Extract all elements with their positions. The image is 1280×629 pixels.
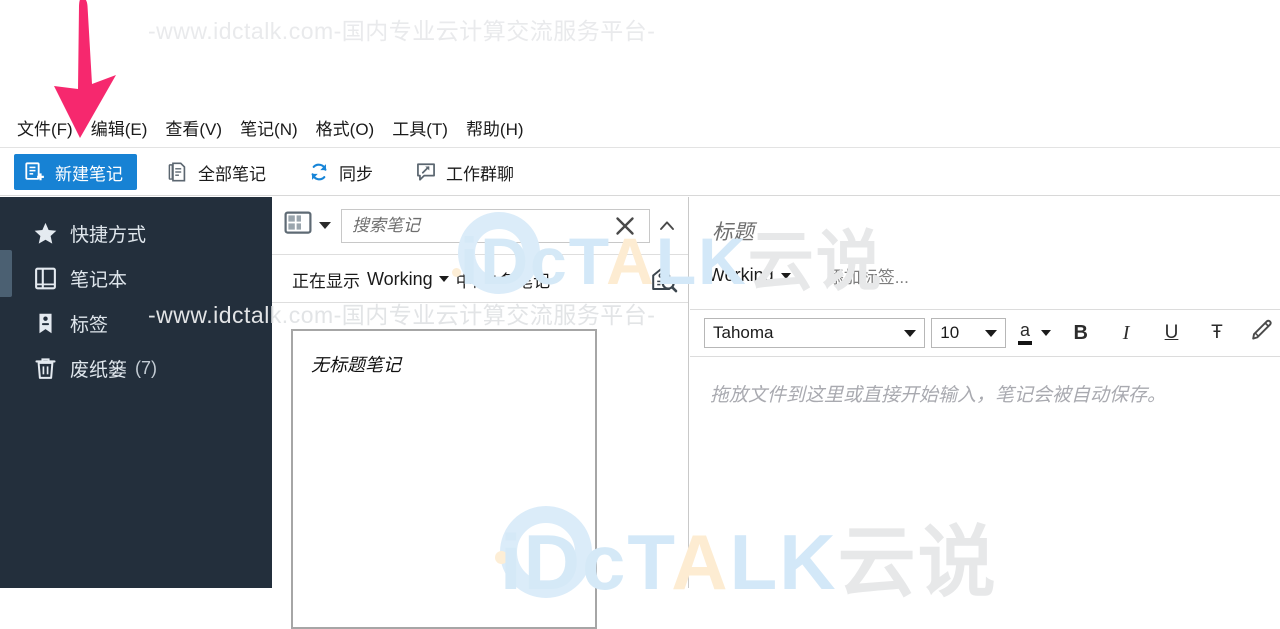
text-color-glyph: a bbox=[1018, 321, 1033, 345]
sidebar-item-tags[interactable]: 标签 bbox=[0, 301, 272, 346]
new-note-icon bbox=[24, 161, 46, 183]
collapse-search-button[interactable] bbox=[654, 209, 680, 243]
tag-icon bbox=[32, 311, 58, 337]
sync-button[interactable]: 同步 bbox=[296, 155, 385, 189]
menu-help[interactable]: 帮助(H) bbox=[457, 112, 533, 143]
trash-icon bbox=[32, 356, 58, 382]
font-size-caret-icon bbox=[985, 329, 997, 337]
work-chat-button[interactable]: 工作群聊 bbox=[403, 155, 526, 189]
filter-notebook-caret-icon bbox=[438, 276, 449, 282]
all-notes-label: 全部笔记 bbox=[198, 164, 266, 184]
format-toolbar: Tahoma 10 a B I U Ŧ bbox=[690, 309, 1280, 357]
sidebar-label-trash: 废纸篓 bbox=[70, 360, 128, 381]
menu-format[interactable]: 格式(O) bbox=[307, 112, 384, 143]
sidebar: 快捷方式 笔记本 标签 废纸篓 (7) bbox=[0, 197, 272, 588]
font-family-caret-icon bbox=[904, 329, 917, 337]
editor-body-placeholder[interactable]: 拖放文件到这里或直接开始输入，笔记会被自动保存。 bbox=[710, 380, 1166, 407]
sidebar-item-notebooks[interactable]: 笔记本 bbox=[0, 256, 272, 301]
menu-tools[interactable]: 工具(T) bbox=[383, 112, 457, 143]
sync-label: 同步 bbox=[339, 164, 373, 184]
new-note-button[interactable]: 新建笔记 bbox=[14, 154, 137, 190]
strikethrough-button[interactable]: Ŧ bbox=[1199, 316, 1234, 350]
note-list-panel: 正在显示 Working 中的1条笔记 无标题笔记 bbox=[272, 197, 689, 629]
new-note-label: 新建笔记 bbox=[55, 164, 123, 184]
editor-notebook-caret-icon bbox=[780, 272, 791, 279]
font-size-select[interactable]: 10 bbox=[931, 318, 1006, 348]
sidebar-item-trash[interactable]: 废纸篓 (7) bbox=[0, 346, 272, 391]
all-notes-button[interactable]: 全部笔记 bbox=[155, 155, 278, 189]
view-mode-caret-icon bbox=[319, 222, 331, 229]
menu-edit[interactable]: 编辑(E) bbox=[82, 112, 157, 143]
search-row bbox=[272, 197, 688, 255]
sidebar-label-shortcuts: 快捷方式 bbox=[70, 225, 147, 246]
bold-button[interactable]: B bbox=[1063, 316, 1098, 350]
font-family-select[interactable]: Tahoma bbox=[704, 318, 926, 348]
note-preview-search-icon[interactable] bbox=[648, 264, 678, 294]
notebook-icon bbox=[32, 266, 58, 292]
sidebar-label-notebooks: 笔记本 bbox=[70, 270, 128, 291]
search-box[interactable] bbox=[341, 208, 650, 243]
sidebar-item-shortcuts[interactable]: 快捷方式 bbox=[0, 211, 272, 256]
font-family-value: Tahoma bbox=[713, 323, 774, 342]
menu-view[interactable]: 查看(V) bbox=[156, 112, 231, 143]
all-notes-icon bbox=[167, 161, 189, 183]
search-input[interactable] bbox=[342, 215, 649, 236]
note-title: 无标题笔记 bbox=[311, 355, 401, 375]
italic-button[interactable]: I bbox=[1108, 316, 1143, 350]
sync-icon bbox=[308, 161, 330, 183]
highlighter-pen-icon bbox=[1250, 318, 1274, 348]
text-color-caret-icon bbox=[1041, 329, 1052, 336]
work-chat-icon bbox=[415, 161, 437, 183]
filter-prefix-label: 正在显示 bbox=[292, 271, 360, 291]
filter-suffix-label: 中的1条笔记 bbox=[455, 271, 551, 291]
editor-notebook-dropdown[interactable]: Working bbox=[708, 265, 791, 286]
clear-search-button[interactable] bbox=[610, 211, 640, 241]
work-chat-label: 工作群聊 bbox=[446, 164, 514, 184]
editor-meta-row: Working 添加标签... bbox=[708, 263, 909, 288]
highlighter-pen-button[interactable] bbox=[1245, 316, 1280, 350]
add-tag-button[interactable]: 添加标签... bbox=[827, 263, 909, 288]
menu-bar: 文件(F) 编辑(E) 查看(V) 笔记(N) 格式(O) 工具(T) 帮助(H… bbox=[0, 108, 1280, 148]
filter-row: 正在显示 Working 中的1条笔记 bbox=[272, 256, 688, 303]
note-title-input[interactable]: 标题 bbox=[712, 216, 754, 246]
font-size-value: 10 bbox=[940, 323, 960, 342]
text-color-button[interactable]: a bbox=[1018, 321, 1052, 345]
editor-notebook-label: Working bbox=[708, 265, 774, 285]
note-editor-panel: 标题 Working 添加标签... Tahoma 10 a B I U Ŧ 拖… bbox=[690, 197, 1280, 588]
filter-notebook-label: Working bbox=[367, 268, 433, 289]
sidebar-collapse-handle[interactable] bbox=[0, 250, 12, 297]
view-mode-button[interactable] bbox=[284, 210, 331, 241]
sidebar-trash-count: (7) bbox=[135, 358, 158, 378]
main-toolbar: 新建笔记 全部笔记 同步 工作群聊 bbox=[0, 149, 1280, 196]
note-list-item[interactable]: 无标题笔记 bbox=[291, 329, 597, 629]
sidebar-label-tags: 标签 bbox=[70, 315, 109, 336]
filter-notebook-dropdown[interactable]: Working bbox=[367, 269, 449, 290]
view-layout-icon bbox=[284, 210, 312, 241]
underline-button[interactable]: U bbox=[1154, 316, 1189, 350]
menu-file[interactable]: 文件(F) bbox=[8, 112, 82, 143]
star-icon bbox=[32, 221, 58, 247]
menu-note[interactable]: 笔记(N) bbox=[231, 112, 307, 143]
title-strip bbox=[0, 0, 1280, 108]
